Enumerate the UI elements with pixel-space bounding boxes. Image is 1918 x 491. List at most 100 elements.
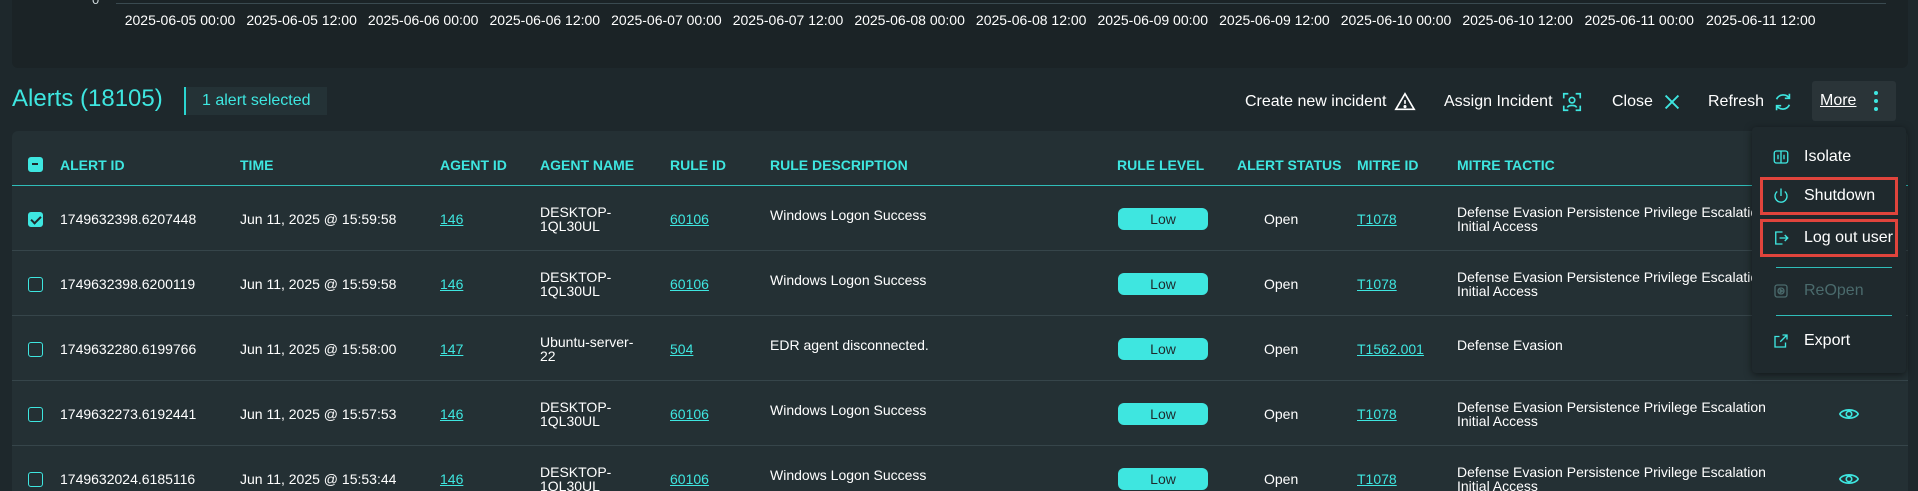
col-rule-id[interactable]: RULE ID bbox=[670, 157, 726, 173]
select-all-checkbox[interactable] bbox=[28, 157, 43, 172]
col-mitre-id[interactable]: MITRE ID bbox=[1357, 157, 1418, 173]
rule-id-link[interactable]: 60106 bbox=[670, 472, 709, 486]
menu-item-logout-user[interactable]: Log out user bbox=[1760, 219, 1898, 257]
agent-name-line1: Ubuntu-server- bbox=[540, 334, 634, 350]
chart-x-tick: 2025-06-10 12:00 bbox=[1462, 12, 1573, 28]
refresh-button[interactable]: Refresh bbox=[1708, 90, 1794, 114]
chart-y-tick: 0 bbox=[92, 0, 99, 7]
menu-item-isolate[interactable]: Isolate bbox=[1760, 141, 1898, 173]
mitre-tactic-line2: Initial Access bbox=[1457, 283, 1538, 299]
mitre-id-link[interactable]: T1078 bbox=[1357, 277, 1397, 291]
more-actions-menu: Isolate Shutdown Log out user ReOpen Exp… bbox=[1752, 127, 1906, 373]
alert-time: Jun 11, 2025 @ 15:59:58 bbox=[240, 276, 397, 292]
export-icon bbox=[1774, 334, 1788, 348]
mitre-id-link[interactable]: T1078 bbox=[1357, 212, 1397, 226]
rule-id-link[interactable]: 60106 bbox=[670, 212, 709, 226]
agent-name-line2: 1QL30UL bbox=[540, 413, 600, 429]
mitre-tactic-line1: Defense Evasion Persistence Privilege Es… bbox=[1457, 464, 1766, 480]
view-eye-icon[interactable] bbox=[1838, 403, 1860, 425]
chart-x-tick: 2025-06-09 00:00 bbox=[1097, 12, 1209, 28]
menu-item-shutdown[interactable]: Shutdown bbox=[1760, 177, 1898, 215]
rule-description: Windows Logon Success bbox=[770, 272, 927, 288]
chart-x-tick: 2025-06-08 00:00 bbox=[854, 12, 965, 28]
agent-name-line2: 22 bbox=[540, 348, 556, 364]
refresh-label: Refresh bbox=[1708, 93, 1765, 110]
refresh-icon bbox=[1775, 93, 1791, 111]
row-checkbox[interactable] bbox=[28, 212, 43, 227]
alert-status: Open bbox=[1264, 276, 1299, 292]
isolate-label: Isolate bbox=[1804, 148, 1852, 165]
row-checkbox[interactable] bbox=[28, 407, 43, 422]
isolate-icon bbox=[1773, 150, 1789, 164]
create-incident-button[interactable]: Create new incident bbox=[1245, 90, 1417, 114]
chart-x-tick: 2025-06-11 00:00 bbox=[1584, 12, 1694, 28]
rule-level-badge: Low bbox=[1118, 468, 1208, 490]
logout-label: Log out user bbox=[1804, 229, 1893, 246]
mitre-tactic-line2: Initial Access bbox=[1457, 478, 1538, 491]
col-alert-id[interactable]: ALERT ID bbox=[60, 157, 125, 173]
menu-item-export[interactable]: Export bbox=[1760, 325, 1898, 357]
rule-id-link[interactable]: 504 bbox=[670, 342, 693, 356]
rule-description: Windows Logon Success bbox=[770, 402, 927, 418]
menu-divider bbox=[1776, 267, 1892, 268]
mitre-id-link[interactable]: T1562.001 bbox=[1357, 342, 1424, 356]
view-eye-icon[interactable] bbox=[1838, 468, 1860, 490]
alert-time: Jun 11, 2025 @ 15:53:44 bbox=[240, 471, 397, 487]
agent-id-link[interactable]: 146 bbox=[440, 407, 463, 421]
col-agent-id[interactable]: AGENT ID bbox=[440, 157, 507, 173]
rule-level-badge: Low bbox=[1118, 338, 1208, 360]
agent-name-line1: DESKTOP- bbox=[540, 399, 612, 415]
agent-name-line2: 1QL30UL bbox=[540, 218, 600, 234]
rule-id-link[interactable]: 60106 bbox=[670, 277, 709, 291]
alert-status: Open bbox=[1264, 406, 1299, 422]
alert-id: 1749632398.6200119 bbox=[60, 276, 196, 292]
agent-name-line2: 1QL30UL bbox=[540, 478, 600, 491]
alert-time: Jun 11, 2025 @ 15:58:00 bbox=[240, 341, 397, 357]
mitre-id-link[interactable]: T1078 bbox=[1357, 407, 1397, 421]
chart-x-tick: 2025-06-06 00:00 bbox=[367, 12, 479, 28]
chart-x-tick: 2025-06-08 12:00 bbox=[975, 12, 1087, 28]
agent-name-line2: 1QL30UL bbox=[540, 283, 600, 299]
alerts-timeline-chart: 0 2025-06-05 00:00 2025-06-05 12:00 2025-0… bbox=[12, 0, 1908, 68]
rule-level-badge: Low bbox=[1118, 208, 1208, 230]
mitre-tactic-line1: Defense Evasion Persistence Privilege Es… bbox=[1457, 269, 1766, 285]
agent-id-link[interactable]: 146 bbox=[440, 472, 463, 486]
power-icon bbox=[1774, 188, 1788, 203]
row-checkbox[interactable] bbox=[28, 342, 43, 357]
agent-id-link[interactable]: 146 bbox=[440, 212, 463, 226]
alert-status: Open bbox=[1264, 471, 1299, 487]
table-row[interactable]: 1749632398.6207448 Jun 11, 2025 @ 15:59:5… bbox=[12, 186, 1908, 251]
rule-id-link[interactable]: 60106 bbox=[670, 407, 709, 421]
table-row[interactable]: 1749632024.6185116 Jun 11, 2025 @ 15:53:4… bbox=[12, 446, 1908, 491]
assign-incident-button[interactable]: Assign Incident bbox=[1444, 90, 1583, 114]
close-label: Close bbox=[1612, 93, 1653, 110]
table-row[interactable]: 1749632273.6192441 Jun 11, 2025 @ 15:57:5… bbox=[12, 381, 1908, 446]
agent-id-link[interactable]: 147 bbox=[440, 342, 463, 356]
menu-item-reopen[interactable]: ReOpen bbox=[1760, 275, 1898, 307]
close-button[interactable]: Close bbox=[1612, 90, 1683, 114]
col-alert-status[interactable]: ALERT STATUS bbox=[1237, 157, 1341, 173]
reopen-icon bbox=[1774, 284, 1788, 298]
alert-id: 1749632273.6192441 bbox=[60, 406, 197, 422]
mitre-id-link[interactable]: T1078 bbox=[1357, 472, 1397, 486]
chart-x-tick: 2025-06-05 12:00 bbox=[246, 12, 357, 28]
col-time[interactable]: TIME bbox=[240, 157, 273, 173]
chart-x-tick: 2025-06-10 00:00 bbox=[1340, 12, 1452, 28]
kebab-menu-icon bbox=[1874, 91, 1879, 111]
rule-description: EDR agent disconnected. bbox=[770, 337, 929, 353]
mitre-tactic-line2: Initial Access bbox=[1457, 413, 1538, 429]
col-rule-level[interactable]: RULE LEVEL bbox=[1117, 157, 1204, 173]
agent-id-link[interactable]: 146 bbox=[440, 277, 463, 291]
col-rule-description[interactable]: RULE DESCRIPTION bbox=[770, 157, 908, 173]
row-checkbox[interactable] bbox=[28, 277, 43, 292]
row-checkbox[interactable] bbox=[28, 472, 43, 487]
col-agent-name[interactable]: AGENT NAME bbox=[540, 157, 634, 173]
agent-name-line1: DESKTOP- bbox=[540, 204, 612, 220]
more-actions-button[interactable]: More bbox=[1812, 81, 1896, 121]
col-mitre-tactic[interactable]: MITRE TACTIC bbox=[1457, 157, 1555, 173]
alert-id: 1749632280.6199766 bbox=[60, 341, 197, 357]
chart-baseline bbox=[116, 3, 1886, 4]
table-row[interactable]: 1749632280.6199766 Jun 11, 2025 @ 15:58:0… bbox=[12, 316, 1908, 381]
chart-x-tick: 2025-06-07 12:00 bbox=[732, 12, 844, 28]
table-row[interactable]: 1749632398.6200119 Jun 11, 2025 @ 15:59:5… bbox=[12, 251, 1908, 316]
